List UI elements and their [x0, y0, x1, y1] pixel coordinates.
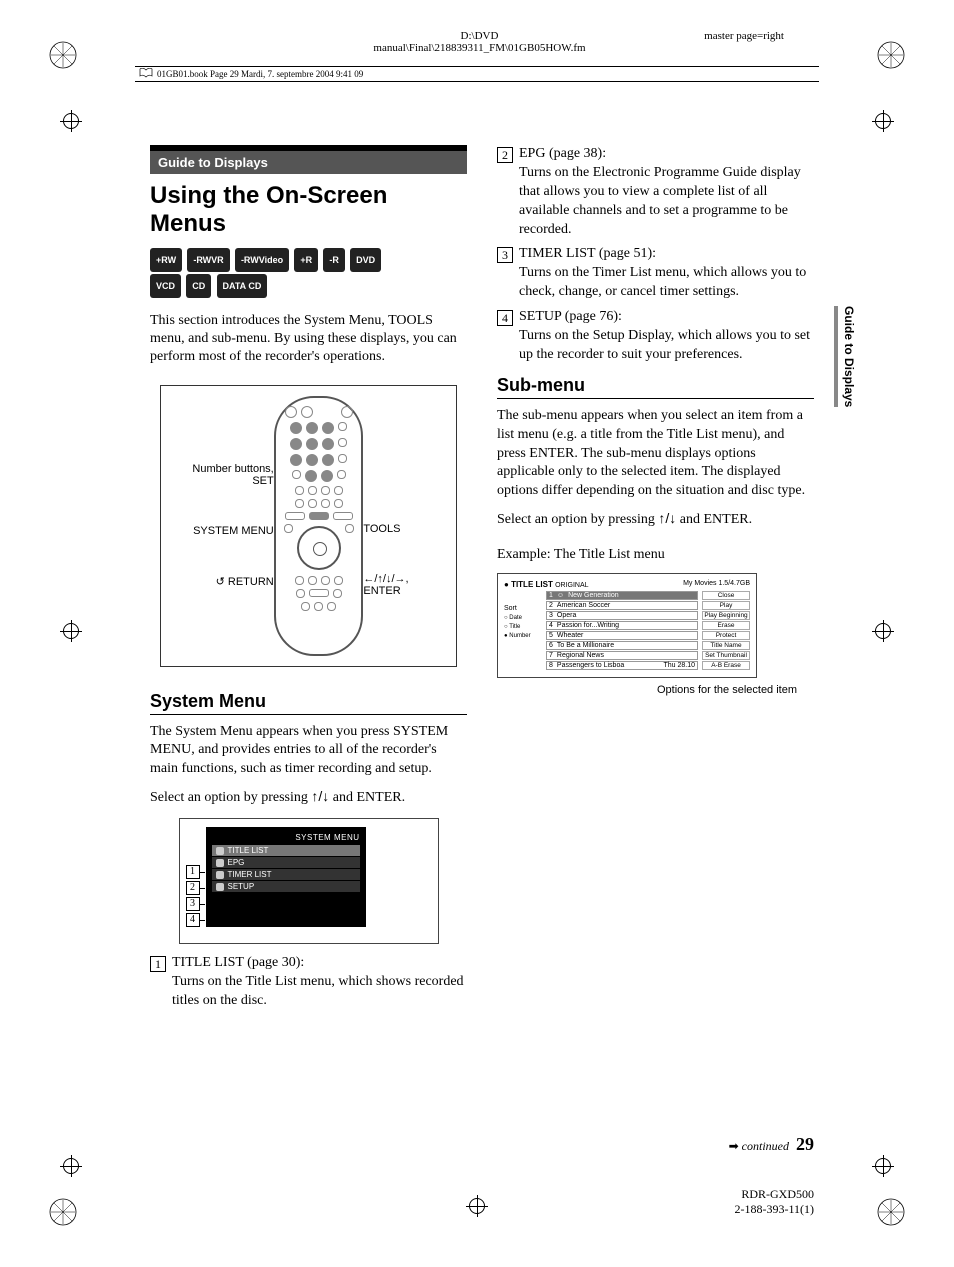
screen-title: SYSTEM MENU	[212, 833, 360, 842]
system-menu-figure: 1 2 3 4 SYSTEM MENU TITLE LIST EPG TIMER…	[179, 818, 439, 944]
callout-number: 1	[186, 865, 200, 879]
callout-number: 4	[186, 913, 200, 927]
badge: -R	[323, 248, 345, 272]
registration-mark-icon	[876, 1197, 906, 1227]
title-list-figure: ● TITLE LIST ORIGINAL My Movies 1.5/4.7G…	[497, 573, 757, 678]
system-menu-body: The System Menu appears when you press S…	[150, 723, 467, 780]
registration-mark-icon	[876, 40, 906, 70]
crop-mark-icon	[872, 110, 894, 132]
system-menu-heading: System Menu	[150, 691, 467, 715]
badge: +R	[294, 248, 318, 272]
badge: VCD	[150, 274, 181, 298]
arrow-right-icon: ➡	[729, 1139, 739, 1153]
crop-mark-icon	[872, 620, 894, 642]
badge: DVD	[350, 248, 381, 272]
crop-mark-icon	[60, 620, 82, 642]
intro-text: This section introduces the System Menu,…	[150, 312, 467, 367]
remote-label: SYSTEM MENU	[169, 525, 274, 537]
page-title: Using the On-Screen Menus	[150, 182, 467, 238]
menu-item: TITLE LIST	[212, 845, 360, 856]
model-number: RDR-GXD500	[729, 1187, 814, 1202]
callout-number: 3	[186, 897, 200, 911]
badge: CD	[186, 274, 211, 298]
menu-item: EPG	[212, 857, 360, 868]
remote-label: ←/↑/↓/→, ENTER	[363, 573, 448, 597]
system-menu-select: Select an option by pressing ↑/↓ and ENT…	[150, 787, 467, 808]
header-masterpage: master page=right	[704, 30, 784, 42]
submenu-body: The sub-menu appears when you select an …	[497, 407, 814, 501]
options-caption: Options for the selected item	[657, 684, 814, 697]
title-list-header: ● TITLE LIST ORIGINAL My Movies 1.5/4.7G…	[504, 580, 750, 589]
numbered-item: 4 SETUP (page 76): Turns on the Setup Di…	[497, 308, 814, 365]
submenu-options: Close Play Play Beginning Erase Protect …	[702, 591, 750, 671]
page-footer: ➡ continued 29 RDR-GXD500 2-188-393-11(1…	[729, 1134, 814, 1217]
submenu-heading: Sub-menu	[497, 375, 814, 399]
registration-mark-icon	[48, 1197, 78, 1227]
numbered-item: 3 TIMER LIST (page 51): Turns on the Tim…	[497, 245, 814, 302]
bookline-text: 01GB01.book Page 29 Mardi, 7. septembre …	[157, 69, 363, 79]
left-column: Guide to Displays Using the On-Screen Me…	[150, 145, 467, 1127]
example-label: Example: The Title List menu	[497, 546, 814, 565]
book-icon	[139, 68, 153, 80]
page-number: 29	[796, 1134, 814, 1154]
header-info: D:\DVD manual\Final\218839311_FM\01GB05H…	[155, 30, 804, 54]
numbered-item: 2 EPG (page 38): Turns on the Electronic…	[497, 145, 814, 239]
header-path2: manual\Final\218839311_FM\01GB05HOW.fm	[155, 42, 804, 54]
badge: -RWVR	[187, 248, 229, 272]
disc-badges: +RW -RWVR -RWVideo +R -R DVD VCD CD DATA…	[150, 248, 467, 300]
title-list-rows: 1☺New Generation 2American Soccer 3Opera…	[546, 591, 698, 671]
registration-mark-icon	[48, 40, 78, 70]
submenu-select: Select an option by pressing ↑/↓ and ENT…	[497, 509, 814, 530]
menu-item: SETUP	[212, 881, 360, 892]
screen-mockup: SYSTEM MENU TITLE LIST EPG TIMER LIST SE…	[206, 827, 366, 927]
remote-label: ↺ RETURN	[169, 575, 274, 588]
badge: +RW	[150, 248, 182, 272]
callout-number: 2	[186, 881, 200, 895]
book-info-bar: 01GB01.book Page 29 Mardi, 7. septembre …	[135, 66, 819, 82]
section-tag: Guide to Displays	[150, 145, 467, 174]
remote-icon	[274, 396, 364, 656]
sort-panel: Sort ○ Date ○ Title ● Number	[504, 591, 542, 671]
remote-diagram: Number buttons, SET SYSTEM MENU ↺ RETURN	[160, 385, 458, 667]
crop-mark-icon	[60, 110, 82, 132]
remote-label: TOOLS	[363, 523, 448, 535]
crop-mark-icon	[60, 1155, 82, 1177]
numbered-item: 1 TITLE LIST (page 30): Turns on the Tit…	[150, 954, 467, 1011]
badge: DATA CD	[217, 274, 268, 298]
remote-label: Number buttons, SET	[169, 463, 274, 487]
menu-item: TIMER LIST	[212, 869, 360, 880]
crop-mark-icon	[466, 1195, 488, 1217]
crop-mark-icon	[872, 1155, 894, 1177]
badge: -RWVideo	[235, 248, 289, 272]
part-number: 2-188-393-11(1)	[729, 1202, 814, 1217]
right-column: 2 EPG (page 38): Turns on the Electronic…	[497, 145, 814, 1127]
side-tab: Guide to Displays	[834, 306, 856, 407]
